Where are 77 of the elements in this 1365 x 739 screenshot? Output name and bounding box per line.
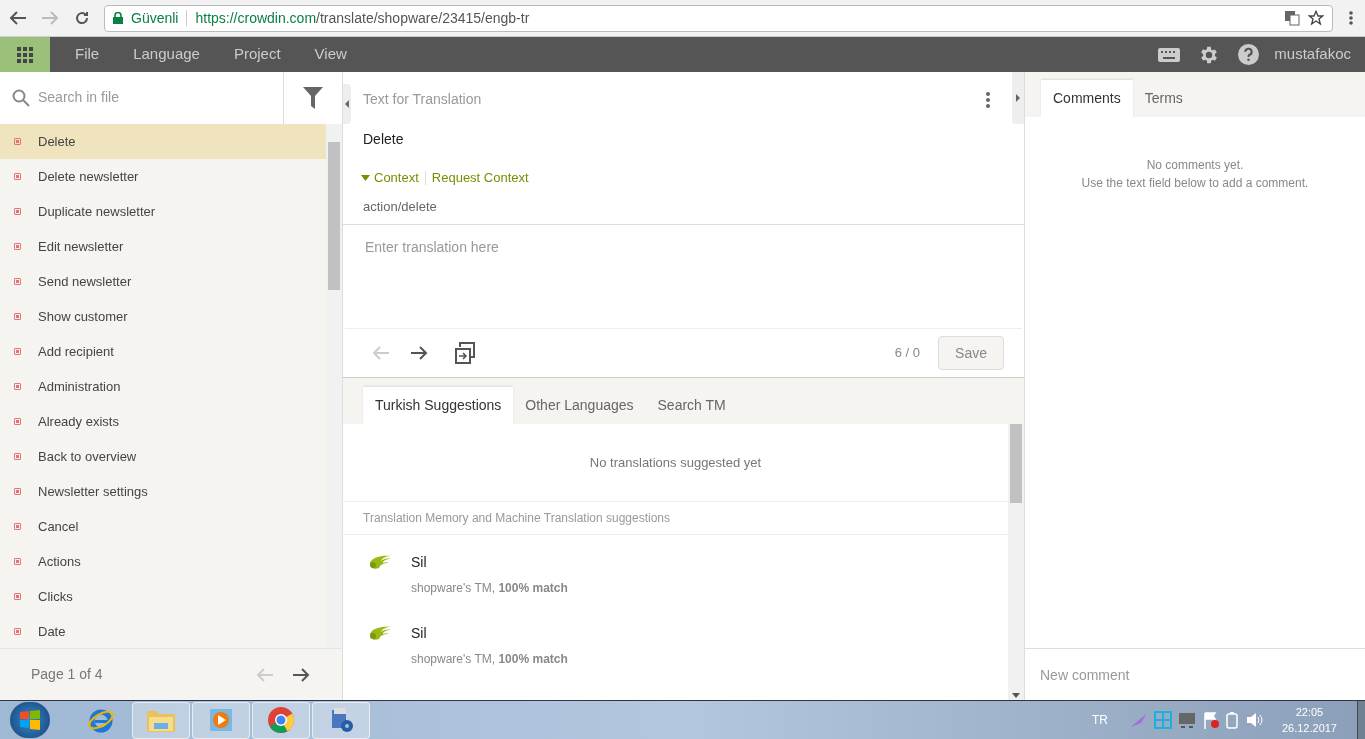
scrollbar-thumb[interactable]	[328, 142, 340, 290]
collapse-left-handle[interactable]	[343, 84, 351, 124]
empty-message: No comments yet.	[1146, 157, 1244, 174]
search-field[interactable]: Search in file	[0, 71, 284, 124]
windows-logo-icon	[19, 710, 41, 730]
search-icon	[12, 88, 30, 107]
string-item[interactable]: Add recipient	[0, 334, 326, 369]
menu-item[interactable]: Language	[133, 43, 200, 66]
url-text: https://crowdin.com/translate/shopware/23415/engb-tr	[195, 8, 530, 28]
star-icon[interactable]	[1308, 10, 1324, 26]
grid-icon	[16, 45, 34, 64]
context-text: action/delete	[363, 197, 438, 216]
request-context-link[interactable]: Request Context	[431, 168, 529, 188]
side-tab[interactable]: Comments	[1041, 80, 1133, 117]
start-button[interactable]	[10, 702, 50, 738]
speaker-icon[interactable]	[1245, 712, 1264, 728]
keyboard-icon[interactable]	[1158, 47, 1181, 62]
string-item[interactable]: Actions	[0, 544, 326, 579]
show-desktop-button[interactable]	[1357, 701, 1365, 739]
more-icon[interactable]	[986, 90, 990, 109]
context-toggle[interactable]: Context	[361, 168, 419, 188]
string-item[interactable]: Delete newsletter	[0, 159, 326, 194]
taskbar-button[interactable]	[192, 701, 250, 739]
string-item[interactable]: Back to overview	[0, 439, 326, 474]
side-tab[interactable]: Terms	[1132, 80, 1195, 117]
suggestions-tab[interactable]: Search TM	[645, 387, 738, 424]
menu-item[interactable]: Project	[233, 43, 281, 66]
string-item[interactable]: Duplicate newsletter	[0, 194, 326, 229]
source-text: Delete	[363, 130, 405, 149]
suggestion-item[interactable]: Sil shopware's TM, 100% match	[343, 606, 1008, 677]
filter-icon[interactable]	[284, 71, 342, 124]
string-item[interactable]: Clicks	[0, 579, 326, 614]
page-label: Page 1 of 4	[31, 665, 104, 684]
scrollbar-thumb[interactable]	[1010, 424, 1022, 503]
suggestions-tab[interactable]: Turkish Suggestions	[363, 387, 514, 424]
string-item[interactable]: Already exists	[0, 404, 326, 439]
secure-label: Güvenli	[131, 8, 179, 28]
chrome-icon	[267, 706, 295, 734]
back-icon[interactable]	[8, 10, 28, 26]
play-icon	[207, 706, 235, 734]
taskbar-button[interactable]	[312, 701, 370, 739]
suggestion-item[interactable]: Sil shopware's TM, 100% match	[343, 535, 1008, 606]
flag-icon[interactable]	[1201, 711, 1220, 729]
search-input[interactable]: Search in file	[38, 87, 283, 108]
string-item[interactable]: Delete	[0, 124, 326, 159]
string-item[interactable]: Cancel	[0, 509, 326, 544]
string-item[interactable]: Show customer	[0, 299, 326, 334]
caret-icon	[361, 174, 370, 181]
translate-icon	[1284, 10, 1300, 26]
help-icon[interactable]	[1238, 44, 1260, 65]
menu-item[interactable]: View	[314, 43, 347, 66]
section-heading: Text for Translation	[363, 90, 483, 109]
taskbar-button[interactable]	[252, 701, 310, 739]
scrollbar[interactable]	[1008, 424, 1024, 700]
translation-field[interactable]: Enter translation here	[345, 225, 1022, 329]
scroll-down-icon[interactable]	[1012, 693, 1020, 698]
next-page-button[interactable]	[291, 666, 311, 683]
menu-item[interactable]: File	[75, 43, 100, 66]
address-bar[interactable]: Güvenli https://crowdin.com/translate/shopware/23415/engb-tr	[104, 4, 1333, 32]
collapse-right-handle[interactable]	[1012, 72, 1024, 124]
string-item[interactable]: Edit newsletter	[0, 229, 326, 264]
empty-message: Use the text field below to add a comment.	[1081, 175, 1309, 192]
battery-icon[interactable]	[1225, 711, 1238, 729]
scrollbar[interactable]	[326, 124, 342, 648]
suggestions-tab[interactable]: Other Languages	[513, 387, 646, 424]
string-item[interactable]: Send newsletter	[0, 264, 326, 299]
monitor-icon[interactable]	[1177, 711, 1196, 729]
string-item[interactable]: Administration	[0, 369, 326, 404]
copy-source-icon[interactable]	[455, 342, 475, 364]
string-item[interactable]: Date	[0, 614, 326, 648]
lock-icon	[113, 12, 123, 24]
section-heading: Translation Memory and Machine Translation suggestions	[343, 502, 1008, 535]
string-item[interactable]: Newsletter settings	[0, 474, 326, 509]
username[interactable]: mustafakoc	[1274, 43, 1351, 66]
next-string-button[interactable]	[409, 345, 429, 361]
character-counter: 6 / 0	[894, 344, 921, 363]
apps-menu-button[interactable]	[0, 37, 50, 72]
